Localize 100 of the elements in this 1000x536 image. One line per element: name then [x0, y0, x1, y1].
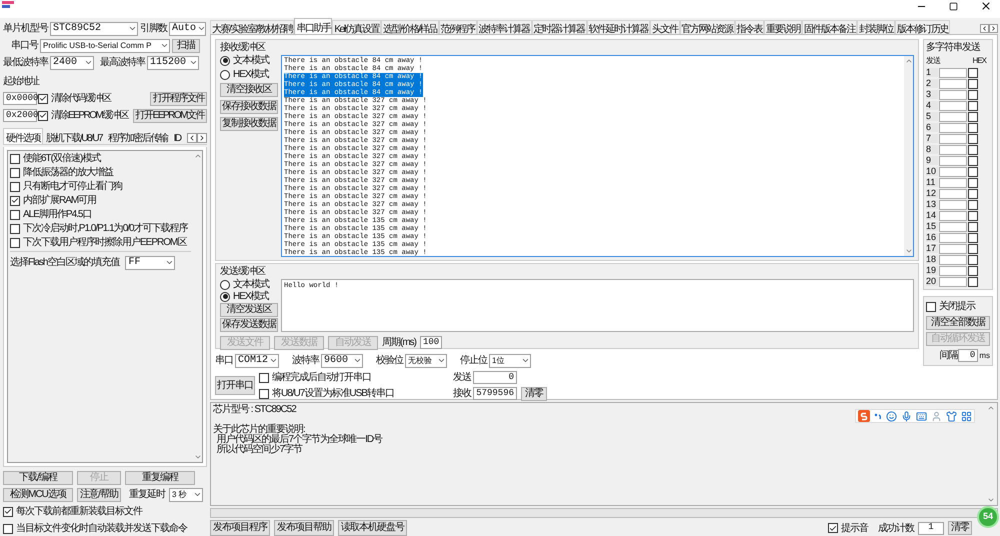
checkbox[interactable]: [968, 112, 978, 122]
input-field[interactable]: 100: [420, 336, 442, 349]
checkbox[interactable]: [968, 144, 978, 154]
input-field[interactable]: [939, 276, 967, 286]
button[interactable]: 读取本机硬盘号: [338, 520, 407, 536]
button[interactable]: 清空发送区: [220, 303, 278, 317]
scroll-down-icon[interactable]: [904, 247, 912, 255]
checkbox[interactable]: [968, 210, 978, 220]
button[interactable]: 注意/帮助: [77, 488, 121, 502]
checkbox[interactable]: [968, 68, 978, 78]
checkbox[interactable]: [968, 232, 978, 242]
checkbox[interactable]: [968, 122, 978, 132]
checkbox[interactable]: [3, 524, 13, 534]
close-icon[interactable]: [980, 0, 992, 12]
button[interactable]: 发布项目程序: [210, 520, 270, 536]
button[interactable]: 保存发送数据: [220, 318, 278, 332]
input-field[interactable]: [939, 222, 967, 232]
input-field[interactable]: [939, 112, 967, 122]
dropdown[interactable]: 3 秒: [169, 488, 203, 502]
button[interactable]: 扫描: [172, 38, 200, 52]
tab[interactable]: 波特率计算器: [476, 20, 532, 34]
dropdown[interactable]: 9600: [321, 354, 363, 368]
checkbox[interactable]: [10, 168, 20, 178]
tab[interactable]: 串口助手: [294, 18, 332, 34]
scroll-down-icon[interactable]: [194, 453, 202, 461]
tab[interactable]: 选型/价格/样品: [381, 20, 439, 34]
input-field[interactable]: 0x0000: [3, 92, 37, 105]
dropdown[interactable]: 2400: [50, 56, 94, 70]
checkbox[interactable]: [10, 224, 20, 234]
checkbox[interactable]: [968, 78, 978, 88]
checkbox[interactable]: [968, 276, 978, 286]
shirt-icon[interactable]: [946, 410, 957, 422]
scroll-up-icon[interactable]: [987, 404, 995, 412]
maximize-icon[interactable]: [949, 2, 958, 10]
input-field[interactable]: [939, 254, 967, 264]
keyboard-icon[interactable]: [916, 410, 927, 422]
input-field[interactable]: [939, 178, 967, 188]
input-field[interactable]: [939, 122, 967, 132]
checkbox[interactable]: [968, 200, 978, 210]
checkbox[interactable]: [968, 222, 978, 232]
tab[interactable]: 头文件: [650, 20, 680, 34]
input-field[interactable]: [939, 232, 967, 242]
input-field[interactable]: [939, 266, 967, 276]
dropdown[interactable]: Auto: [169, 22, 206, 36]
input-field[interactable]: [939, 100, 967, 110]
dropdown[interactable]: Prolific USB-to-Serial Comm P: [40, 38, 170, 52]
tab[interactable]: 官方网站资源: [680, 20, 735, 34]
checkbox[interactable]: [10, 238, 20, 248]
checkbox[interactable]: [38, 94, 48, 104]
button[interactable]: 保存接收数据: [220, 100, 278, 114]
input-field[interactable]: [939, 166, 967, 176]
checkbox[interactable]: [3, 506, 13, 516]
scroll-up-icon[interactable]: [194, 152, 202, 160]
tab[interactable]: 重要说明: [764, 20, 802, 34]
button[interactable]: 检测MCU选项: [3, 488, 73, 502]
button[interactable]: 打开程序文件: [150, 92, 207, 106]
grid-icon[interactable]: [961, 410, 972, 422]
button[interactable]: 重复编程: [125, 471, 195, 485]
button[interactable]: 复制接收数据: [220, 117, 278, 131]
tab[interactable]: 定时器计算器: [532, 20, 587, 34]
tab[interactable]: 指令表: [734, 20, 764, 34]
dropdown[interactable]: 1位: [489, 354, 531, 368]
checkbox[interactable]: [926, 302, 936, 312]
checkbox[interactable]: [968, 100, 978, 110]
scroll-right-icon[interactable]: [989, 24, 998, 33]
radio-button[interactable]: [220, 70, 230, 80]
tab[interactable]: 范例程序: [438, 20, 477, 34]
input-method-toolbar[interactable]: [855, 409, 975, 423]
button[interactable]: 清空接收区: [220, 83, 278, 97]
radio-button[interactable]: [220, 280, 230, 290]
button[interactable]: 打开EEPROM文件: [132, 108, 207, 122]
smiley-icon[interactable]: [886, 410, 897, 422]
radio-button[interactable]: [220, 292, 230, 302]
input-field[interactable]: 0x2000: [3, 109, 37, 122]
checkbox[interactable]: [968, 156, 978, 166]
checkbox[interactable]: [10, 182, 20, 192]
input-field[interactable]: [939, 68, 967, 78]
input-field[interactable]: 0: [958, 349, 978, 362]
checkbox[interactable]: [968, 178, 978, 188]
input-field[interactable]: 1: [918, 522, 944, 534]
checkbox[interactable]: [968, 188, 978, 198]
input-field[interactable]: [939, 200, 967, 210]
scroll-up-icon[interactable]: [904, 57, 912, 65]
tab[interactable]: 大赛/实验室/教材/招聘: [210, 20, 294, 34]
input-field[interactable]: [939, 78, 967, 88]
input-field[interactable]: 5799596: [473, 387, 517, 400]
input-field[interactable]: 0: [473, 371, 517, 384]
input-field[interactable]: [939, 156, 967, 166]
button[interactable]: 发布项目帮助: [274, 520, 334, 536]
checkbox[interactable]: [828, 523, 838, 533]
checkbox[interactable]: [10, 154, 20, 164]
checkbox[interactable]: [10, 196, 20, 206]
tab[interactable]: 版本修订历史: [895, 20, 950, 34]
checkbox[interactable]: [10, 210, 20, 220]
receive-text-area[interactable]: [281, 55, 914, 257]
input-field[interactable]: [939, 244, 967, 254]
checkbox[interactable]: [259, 388, 269, 398]
checkbox[interactable]: [968, 244, 978, 254]
tab[interactable]: 程序加密后传输: [105, 130, 171, 144]
tab[interactable]: 软件延时计算器: [586, 20, 650, 34]
